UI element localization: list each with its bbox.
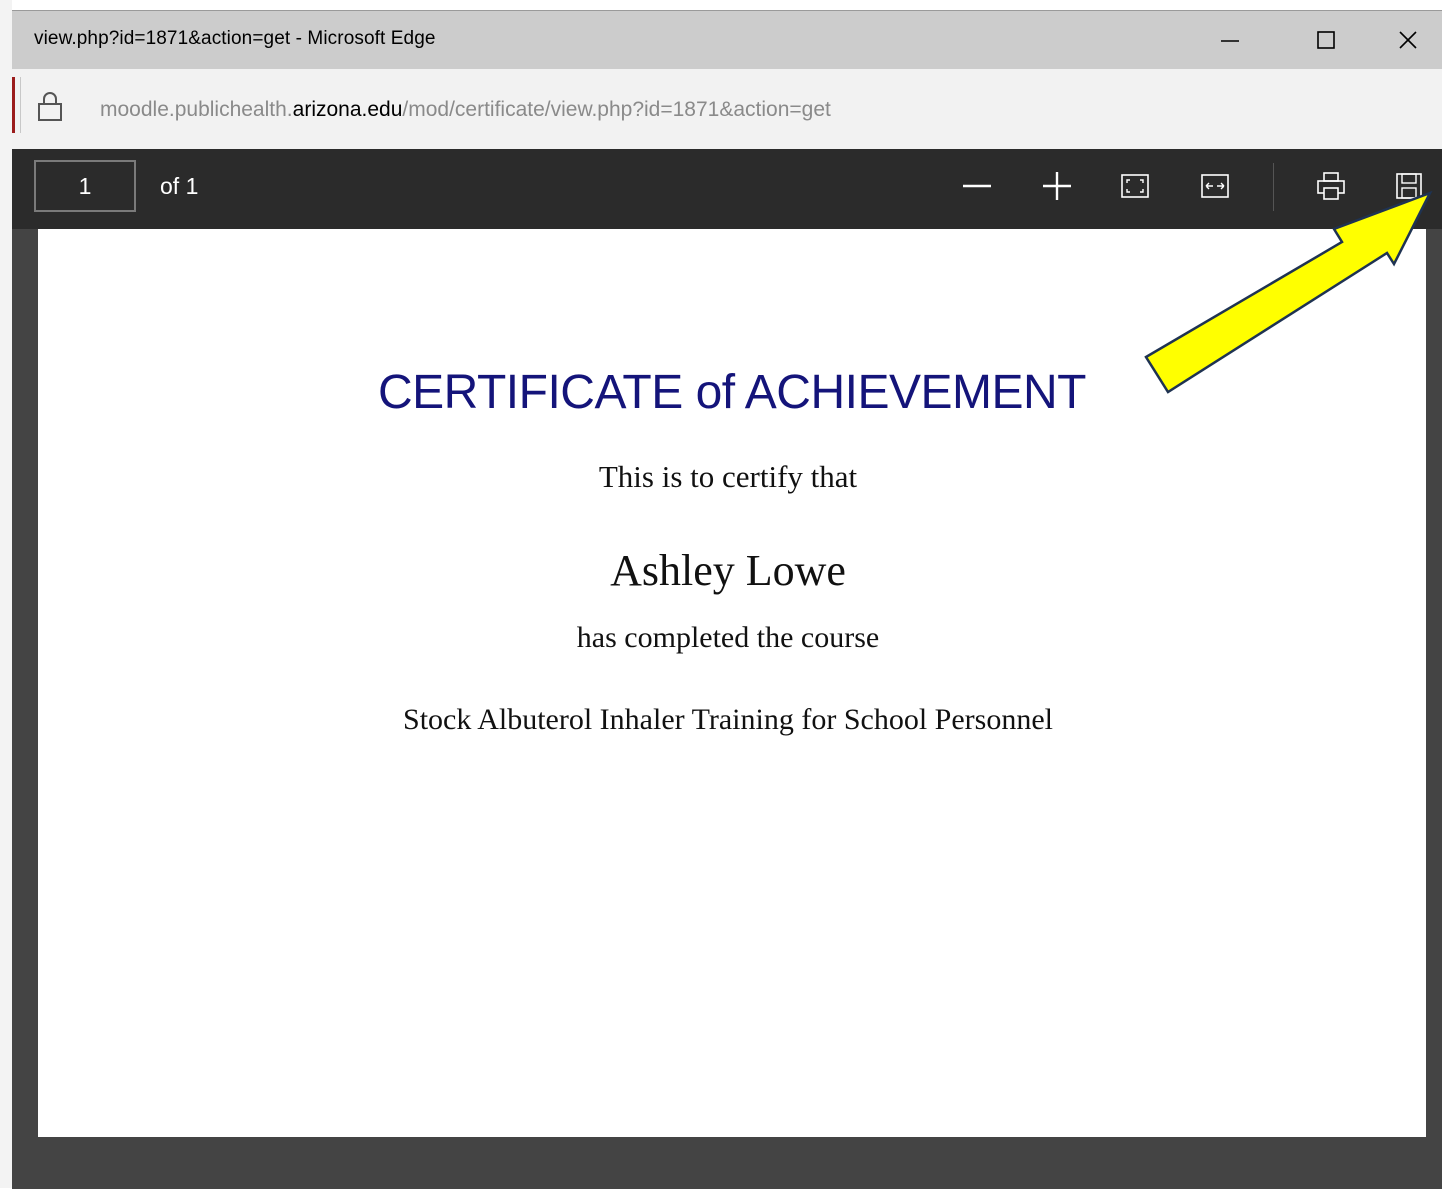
zoom-out-icon — [963, 184, 991, 188]
url-prefix: moodle.publichealth. — [100, 98, 293, 121]
close-icon — [1399, 31, 1417, 49]
url-domain: arizona.edu — [292, 98, 403, 121]
browser-window: view.php?id=1871&action=get - Microsoft … — [12, 10, 1442, 1189]
maximize-icon — [1317, 31, 1335, 49]
minimize-icon — [1221, 40, 1239, 42]
recipient-name: Ashley Lowe — [610, 546, 846, 595]
address-divider — [20, 77, 21, 133]
close-button[interactable] — [1368, 11, 1442, 69]
completed-text: has completed the course — [576, 621, 880, 654]
url-suffix: /mod/certificate/view.php?id=1871&action… — [402, 98, 831, 121]
zoom-out-button[interactable] — [952, 161, 1002, 211]
zoom-in-button[interactable] — [1032, 161, 1082, 211]
address-bar[interactable]: moodle.publichealth.arizona.edu/mod/cert… — [12, 69, 1442, 149]
minimize-button[interactable] — [1190, 11, 1270, 69]
page-number-input[interactable]: 1 — [34, 160, 136, 212]
course-name: Stock Albuterol Inhaler Training for Sch… — [403, 703, 1053, 736]
page-count-label: of 1 — [160, 173, 199, 199]
background-strip — [0, 0, 12, 1188]
zoom-in-icon — [1043, 172, 1071, 200]
tab-accent — [12, 77, 15, 133]
url-text[interactable]: moodle.publichealth.arizona.edu/mod/cert… — [100, 98, 831, 122]
certify-intro: This is to certify that — [598, 459, 858, 494]
lock-icon[interactable] — [36, 89, 64, 123]
window-title: view.php?id=1871&action=get - Microsoft … — [34, 28, 436, 49]
maximize-button[interactable] — [1286, 11, 1366, 69]
highlight-arrow-icon — [1144, 190, 1433, 394]
title-bar: view.php?id=1871&action=get - Microsoft … — [12, 11, 1442, 69]
